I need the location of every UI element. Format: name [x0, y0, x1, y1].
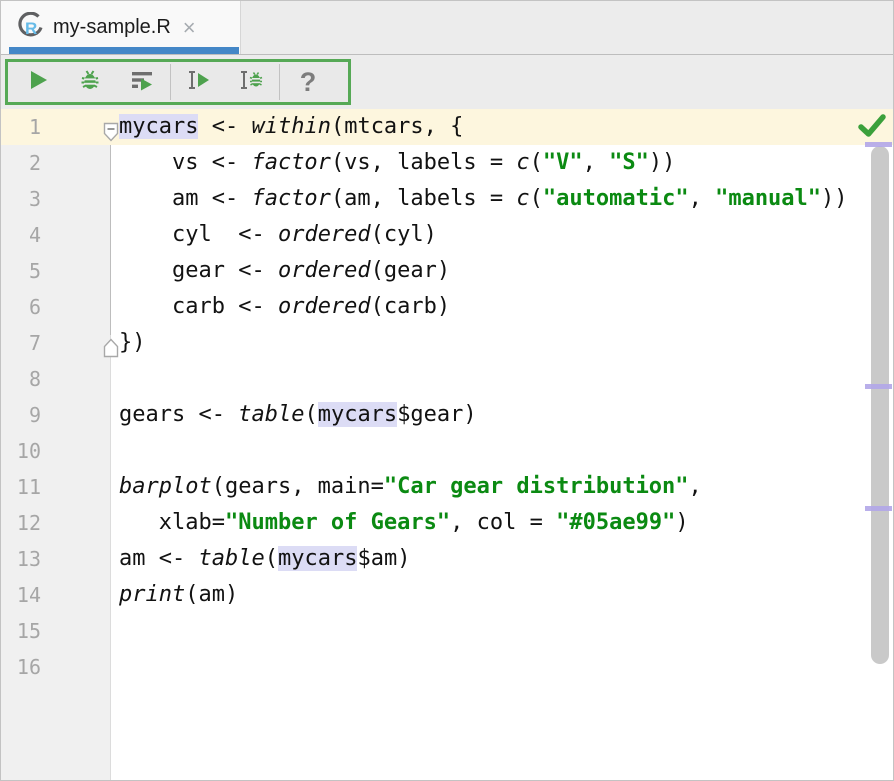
code-text[interactable] — [111, 613, 119, 649]
r-language-icon: R — [17, 12, 44, 44]
run-icon — [26, 68, 50, 97]
code-line: 5 gear <- ordered(gear) — [1, 253, 893, 289]
toolbar-separator — [279, 64, 280, 100]
code-line: 4 cyl <- ordered(cyl) — [1, 217, 893, 253]
gutter-cell[interactable]: 12 — [1, 505, 111, 541]
run-toolbar: ? — [5, 59, 351, 105]
gutter-cell[interactable]: 8 — [1, 361, 111, 397]
ide-window: R my-sample.R × — [0, 0, 894, 781]
gutter-cell[interactable]: 6 — [1, 289, 111, 325]
occurrence-stripe[interactable] — [865, 142, 892, 147]
line-number: 11 — [17, 469, 41, 505]
line-number: 8 — [29, 361, 41, 397]
gutter-cell[interactable]: 5 — [1, 253, 111, 289]
occurrence-stripe[interactable] — [865, 384, 892, 389]
close-icon[interactable]: × — [183, 17, 196, 39]
code-text[interactable]: vs <- factor(vs, labels = c("V", "S")) — [111, 145, 675, 181]
gutter-cell[interactable]: 4 — [1, 217, 111, 253]
code-lines: 1mycars <- within(mtcars, {2 vs <- facto… — [1, 109, 893, 685]
code-text[interactable]: am <- factor(am, labels = c("automatic",… — [111, 181, 848, 217]
code-line: 15 — [1, 613, 893, 649]
run-from-cursor-button[interactable] — [173, 63, 225, 101]
code-text[interactable]: print(am) — [111, 577, 238, 613]
code-line: 9 gears <- table(mycars$gear) — [1, 397, 893, 433]
code-line: 16 — [1, 649, 893, 685]
debug-bug-icon — [78, 68, 102, 97]
code-editor: 1mycars <- within(mtcars, {2 vs <- facto… — [1, 109, 893, 780]
line-number: 5 — [29, 253, 41, 289]
line-number: 7 — [29, 325, 41, 361]
code-line: 8 — [1, 361, 893, 397]
tab-title: my-sample.R — [53, 16, 171, 39]
gutter-cell[interactable]: 2 — [1, 145, 111, 181]
toolbar-separator — [170, 64, 171, 100]
code-text[interactable]: mycars <- within(mtcars, { — [111, 109, 463, 145]
gutter-cell[interactable]: 1 — [1, 109, 111, 145]
debug-from-cursor-icon — [238, 68, 264, 97]
code-line: 13 am <- table(mycars$am) — [1, 541, 893, 577]
gutter-cell[interactable]: 15 — [1, 613, 111, 649]
help-icon: ? — [300, 67, 317, 98]
line-number: 3 — [29, 181, 41, 217]
line-number: 2 — [29, 145, 41, 181]
scrollbar-thumb[interactable] — [871, 146, 889, 664]
code-text[interactable]: xlab="Number of Gears", col = "#05ae99") — [111, 505, 689, 541]
code-line: 11 barplot(gears, main="Car gear distribu… — [1, 469, 893, 505]
occurrence-stripe[interactable] — [865, 506, 892, 511]
code-line: 2 vs <- factor(vs, labels = c("V", "S")) — [1, 145, 893, 181]
code-text[interactable]: gears <- table(mycars$gear) — [111, 397, 477, 433]
line-number: 14 — [17, 577, 41, 613]
gutter-cell[interactable]: 7 — [1, 325, 111, 361]
inspection-check-icon[interactable] — [858, 113, 886, 144]
code-text[interactable]: cyl <- ordered(cyl) — [111, 217, 437, 253]
run-selection-icon — [130, 68, 154, 97]
run-selection-button[interactable] — [116, 63, 168, 101]
line-number: 9 — [29, 397, 41, 433]
line-number: 16 — [17, 649, 41, 685]
gutter-cell[interactable]: 16 — [1, 649, 111, 685]
debug-button[interactable] — [64, 63, 116, 101]
help-button[interactable]: ? — [282, 63, 334, 101]
active-tab-underline — [9, 47, 239, 54]
code-line: 12 xlab="Number of Gears", col = "#05ae9… — [1, 505, 893, 541]
line-number: 15 — [17, 613, 41, 649]
gutter-cell[interactable]: 13 — [1, 541, 111, 577]
gutter-cell[interactable]: 10 — [1, 433, 111, 469]
code-text[interactable] — [111, 649, 119, 685]
run-button[interactable] — [12, 63, 64, 101]
code-line: 6 carb <- ordered(carb) — [1, 289, 893, 325]
gutter-cell[interactable]: 14 — [1, 577, 111, 613]
line-number: 12 — [17, 505, 41, 541]
toolbar-strip: ? — [1, 55, 893, 109]
svg-text:R: R — [25, 19, 37, 38]
code-line: 7}) — [1, 325, 893, 361]
line-number: 6 — [29, 289, 41, 325]
code-text[interactable]: barplot(gears, main="Car gear distributi… — [111, 469, 702, 505]
code-text[interactable] — [111, 433, 119, 469]
code-line: 3 am <- factor(am, labels = c("automatic… — [1, 181, 893, 217]
line-number: 4 — [29, 217, 41, 253]
code-line: 14 print(am) — [1, 577, 893, 613]
code-line: 1 mycars <- within(mtcars, { — [1, 109, 893, 145]
gutter-cell[interactable]: 9 — [1, 397, 111, 433]
gutter-cell[interactable]: 11 — [1, 469, 111, 505]
code-text[interactable]: am <- table(mycars$am) — [111, 541, 410, 577]
gutter-cell[interactable]: 3 — [1, 181, 111, 217]
editor-tab-bar: R my-sample.R × — [1, 1, 893, 55]
line-number: 13 — [17, 541, 41, 577]
code-line: 10 — [1, 433, 893, 469]
line-number: 1 — [29, 109, 41, 145]
debug-from-cursor-button[interactable] — [225, 63, 277, 101]
run-from-cursor-icon — [186, 68, 212, 97]
code-text[interactable]: gear <- ordered(gear) — [111, 253, 450, 289]
code-text[interactable]: carb <- ordered(carb) — [111, 289, 450, 325]
line-number: 10 — [17, 433, 41, 469]
tab-my-sample[interactable]: R my-sample.R × — [1, 1, 241, 54]
